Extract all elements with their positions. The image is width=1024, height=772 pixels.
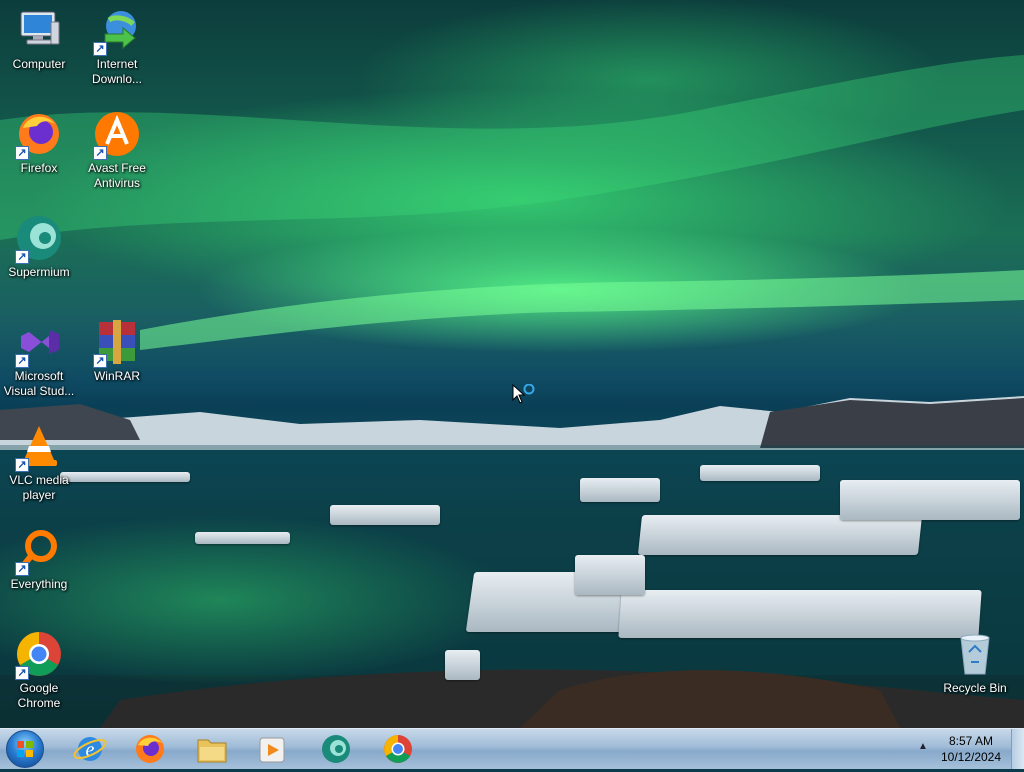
show-hidden-icons-icon[interactable]: ▲ [918, 741, 928, 752]
start-button[interactable] [6, 730, 44, 768]
ice-floe [445, 650, 480, 680]
desktop-icon-chrome[interactable]: ↗ Google Chrome [0, 624, 78, 711]
windows-logo-icon [17, 741, 33, 757]
icon-label: Avast Free Antivirus [88, 161, 146, 190]
icon-label: Supermium [8, 265, 70, 279]
computer-icon [15, 6, 63, 54]
icon-label: Everything [10, 577, 68, 591]
mouse-cursor-busy-icon [512, 383, 538, 411]
icon-label: VLC media player [9, 473, 69, 502]
ice-floe [618, 590, 982, 638]
ice-floe [637, 515, 923, 555]
internet-explorer-icon: e [73, 737, 107, 761]
shortcut-arrow-icon: ↗ [93, 354, 107, 368]
icon-label: Google Chrome [17, 681, 61, 710]
supermium-icon: ↗ [15, 214, 63, 264]
chrome-icon: ↗ [15, 630, 63, 680]
internet-download-manager-icon: ↗ [93, 6, 141, 56]
taskbar-firefox[interactable] [128, 731, 172, 767]
taskbar-file-explorer[interactable] [190, 731, 234, 767]
visual-studio-icon: ↗ [15, 318, 63, 368]
avast-icon: ↗ [93, 110, 141, 160]
icon-label: WinRAR [93, 369, 140, 383]
desktop-icon-everything[interactable]: ↗ Everything [0, 520, 78, 592]
shortcut-arrow-icon: ↗ [15, 458, 29, 472]
shortcut-arrow-icon: ↗ [15, 250, 29, 264]
desktop-icon-winrar[interactable]: ↗ WinRAR [78, 312, 156, 384]
media-player-icon [259, 737, 285, 763]
clock-time: 8:57 AM [948, 734, 994, 748]
desktop-icon-vlc[interactable]: ↗ VLC media player [0, 416, 78, 503]
shortcut-arrow-icon: ↗ [93, 42, 107, 56]
recycle-bin-icon [951, 630, 999, 678]
desktop-icon-visual-studio[interactable]: ↗ Microsoft Visual Stud... [0, 312, 78, 399]
ice-floe [840, 480, 1020, 520]
icon-label: Firefox [20, 161, 58, 175]
taskbar-internet-explorer[interactable]: e [68, 731, 112, 767]
show-desktop-button[interactable] [1011, 729, 1024, 769]
clock-date: 10/12/2024 [940, 750, 1002, 764]
shortcut-arrow-icon: ↗ [93, 146, 107, 160]
supermium-icon [322, 735, 350, 763]
desktop-icon-supermium[interactable]: ↗ Supermium [0, 208, 78, 280]
firefox-icon: ↗ [15, 110, 63, 160]
shortcut-arrow-icon: ↗ [15, 354, 29, 368]
shortcut-arrow-icon: ↗ [15, 562, 29, 576]
desktop-icon-recycle-bin[interactable]: Recycle Bin [936, 624, 1014, 696]
ice-floe [580, 478, 660, 502]
everything-icon: ↗ [15, 526, 63, 576]
ice-floe [330, 505, 440, 525]
icon-label: Microsoft Visual Stud... [3, 369, 75, 398]
ice-floe [60, 472, 190, 482]
desktop-wallpaper: Computer ↗ Internet Downlo... ↗ Firefox [0, 0, 1024, 728]
shortcut-arrow-icon: ↗ [15, 666, 29, 680]
taskbar: e ▲ 8:57 AM 10/12/2024 [0, 728, 1024, 769]
desktop-icon-computer[interactable]: Computer [0, 0, 78, 72]
system-tray: ▲ 8:57 AM 10/12/2024 [914, 729, 1024, 769]
icon-label: Recycle Bin [943, 681, 1007, 695]
taskbar-supermium[interactable] [314, 731, 358, 767]
file-explorer-icon [197, 739, 227, 763]
chrome-icon [384, 735, 412, 763]
icon-label: Internet Downlo... [91, 57, 143, 86]
taskbar-chrome[interactable] [376, 731, 420, 767]
clock[interactable]: 8:57 AM 10/12/2024 [936, 733, 1006, 765]
taskbar-media-player[interactable] [250, 731, 294, 767]
icon-label: Computer [12, 57, 66, 71]
firefox-icon [136, 735, 164, 763]
desktop-icon-firefox[interactable]: ↗ Firefox [0, 104, 78, 176]
ice-floe [575, 555, 645, 595]
desktop-icon-avast[interactable]: ↗ Avast Free Antivirus [78, 104, 156, 191]
vlc-icon: ↗ [15, 422, 63, 472]
shortcut-arrow-icon: ↗ [15, 146, 29, 160]
desktop-icon-internet-download-manager[interactable]: ↗ Internet Downlo... [78, 0, 156, 87]
winrar-icon: ↗ [93, 318, 141, 368]
ice-floe [195, 532, 290, 544]
ice-floe [700, 465, 820, 481]
